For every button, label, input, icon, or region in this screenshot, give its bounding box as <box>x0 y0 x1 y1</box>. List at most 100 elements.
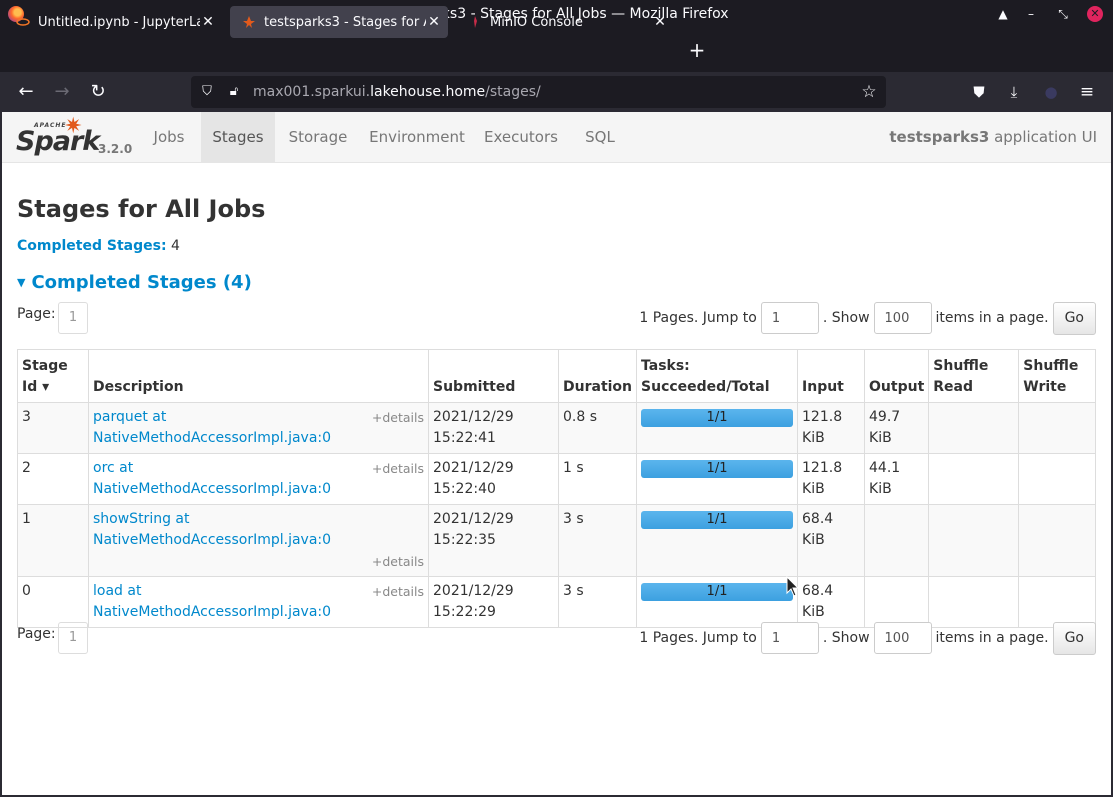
details-toggle[interactable]: +details <box>372 581 424 602</box>
nav-environment[interactable]: Environment <box>362 112 472 163</box>
completed-stages-link[interactable]: Completed Stages: <box>17 238 167 254</box>
header-input[interactable]: Input <box>797 349 866 403</box>
table-header-row: Stage Id ▾ Description Submitted Duratio… <box>17 349 1096 403</box>
table-row: 2 +details orc at NativeMethodAccessorImp… <box>17 453 1096 505</box>
window-minimize-icon[interactable]: – <box>1021 4 1041 24</box>
duration: 1 s <box>557 453 638 505</box>
url-prefix: max001.sparkui. <box>253 84 371 100</box>
go-button[interactable]: Go <box>1052 301 1096 335</box>
items-text: items in a page. <box>935 630 1049 646</box>
output <box>864 576 930 628</box>
header-shuffle-write[interactable]: Shuffle Write <box>1018 349 1096 403</box>
submitted: 2021/12/29 15:22:40 <box>428 453 559 505</box>
tasks-cell: 1/1 <box>636 504 799 577</box>
tab-label: testsparks3 - Stages for All <box>264 14 426 30</box>
tab-spark-stages[interactable]: testsparks3 - Stages for All ✕ <box>230 6 448 38</box>
tab-minio-console[interactable]: MinIO Console ✕ <box>456 6 674 38</box>
new-tab-icon[interactable]: + <box>686 38 708 62</box>
url-text[interactable]: max001.sparkui.lakehouse.home/stages/ <box>253 84 541 100</box>
completed-summary: Completed Stages: 4 <box>17 238 180 254</box>
insecure-lock-icon[interactable]: 🔓︎ <box>225 83 243 101</box>
forward-icon[interactable]: → <box>50 80 74 104</box>
table-row: 1 showString at NativeMethodAccessorImpl… <box>17 504 1096 577</box>
extension-icon[interactable]: ● <box>1039 80 1063 104</box>
header-duration[interactable]: Duration <box>557 349 638 403</box>
download-icon[interactable]: ⤓ <box>1002 80 1026 104</box>
tab-jupyterlab[interactable]: Untitled.ipynb - JupyterLab ✕ <box>4 6 222 38</box>
tab-close-icon[interactable]: ✕ <box>426 14 442 30</box>
stage-description-link[interactable]: parquet at NativeMethodAccessorImpl.java… <box>93 409 331 446</box>
url-bar[interactable]: ⛉ 🔓︎ max001.sparkui.lakehouse.home/stage… <box>191 76 886 108</box>
output <box>864 504 930 577</box>
header-submitted[interactable]: Submitted <box>428 349 559 403</box>
submitted: 2021/12/29 15:22:35 <box>428 504 559 577</box>
tab-close-icon[interactable]: ✕ <box>652 14 668 30</box>
header-stage-id[interactable]: Stage Id ▾ <box>17 349 89 403</box>
reload-icon[interactable]: ↻ <box>86 80 110 104</box>
stage-description-link[interactable]: orc at NativeMethodAccessorImpl.java:0 <box>93 460 331 497</box>
tab-close-icon[interactable]: ✕ <box>200 14 216 30</box>
page-size-input[interactable] <box>873 302 932 334</box>
shuffle-write <box>1018 504 1096 577</box>
details-toggle[interactable]: +details <box>372 458 424 479</box>
stage-id: 1 <box>17 504 89 577</box>
go-button[interactable]: Go <box>1052 621 1096 655</box>
shuffle-read <box>928 504 1020 577</box>
window-collapse-icon[interactable]: ▲ <box>993 4 1013 24</box>
page-size-input[interactable] <box>873 622 932 654</box>
duration: 0.8 s <box>557 402 638 454</box>
shuffle-write <box>1018 453 1096 505</box>
back-icon[interactable]: ← <box>14 80 38 104</box>
show-text: . Show <box>822 310 870 326</box>
shuffle-write <box>1018 576 1096 628</box>
tasks-cell: 1/1 <box>636 402 799 454</box>
nav-jobs[interactable]: Jobs <box>139 112 199 163</box>
input: 68.4 KiB <box>797 576 866 628</box>
details-toggle[interactable]: +details <box>372 407 424 428</box>
spark-logo[interactable]: APACHE Spark ✷ 3.2.0 <box>16 114 132 160</box>
shield-icon[interactable]: ⛉ <box>198 83 216 101</box>
window-maximize-icon[interactable]: ⤡ <box>1053 4 1073 24</box>
pocket-icon[interactable]: ⛊ <box>967 80 991 104</box>
jump-to-page-input[interactable] <box>760 622 819 654</box>
stage-id: 2 <box>17 453 89 505</box>
stage-description-link[interactable]: showString at NativeMethodAccessorImpl.j… <box>93 511 331 548</box>
nav-executors[interactable]: Executors <box>478 112 564 163</box>
input: 68.4 KiB <box>797 504 866 577</box>
page-number-button[interactable]: 1 <box>58 302 88 334</box>
completed-stages-toggle[interactable]: ▼ Completed Stages (4) <box>17 272 252 293</box>
menu-icon[interactable]: ≡ <box>1075 80 1099 104</box>
input: 121.8 KiB <box>797 402 866 454</box>
header-description[interactable]: Description <box>88 349 429 403</box>
description-cell: +details parquet at NativeMethodAccessorI… <box>88 402 429 454</box>
page-title: Stages for All Jobs <box>17 195 266 223</box>
tasks-cell: 1/1 <box>636 576 799 628</box>
details-toggle[interactable]: +details <box>372 551 424 572</box>
duration: 3 s <box>557 504 638 577</box>
header-shuffle-read[interactable]: Shuffle Read <box>928 349 1020 403</box>
show-text: . Show <box>822 630 870 646</box>
pagination-bottom: Page: 1 1 Pages. Jump to . Show items in… <box>17 621 1096 656</box>
output: 49.7 KiB <box>864 402 930 454</box>
tasks-progress-bar: 1/1 <box>641 583 794 601</box>
shuffle-read <box>928 576 1020 628</box>
duration: 3 s <box>557 576 638 628</box>
nav-stages[interactable]: Stages <box>201 112 275 163</box>
shuffle-read <box>928 453 1020 505</box>
table-row: 3 +details parquet at NativeMethodAccesso… <box>17 402 1096 454</box>
window-close-icon[interactable]: ✕ <box>1087 6 1103 22</box>
tab-label: MinIO Console <box>490 14 583 30</box>
stage-description-link[interactable]: load at NativeMethodAccessorImpl.java:0 <box>93 583 331 620</box>
description-cell: +details load at NativeMethodAccessorImpl… <box>88 576 429 628</box>
jump-to-page-input[interactable] <box>760 302 819 334</box>
header-tasks[interactable]: Tasks: Succeeded/Total <box>636 349 799 403</box>
submitted: 2021/12/29 15:22:29 <box>428 576 559 628</box>
bookmark-star-icon[interactable]: ☆ <box>860 83 878 101</box>
header-output[interactable]: Output <box>864 349 930 403</box>
nav-storage[interactable]: Storage <box>280 112 356 163</box>
nav-sql[interactable]: SQL <box>574 112 626 163</box>
output: 44.1 KiB <box>864 453 930 505</box>
page-number-button[interactable]: 1 <box>58 622 88 654</box>
app-name: testsparks3 application UI <box>889 128 1097 146</box>
shuffle-write <box>1018 402 1096 454</box>
